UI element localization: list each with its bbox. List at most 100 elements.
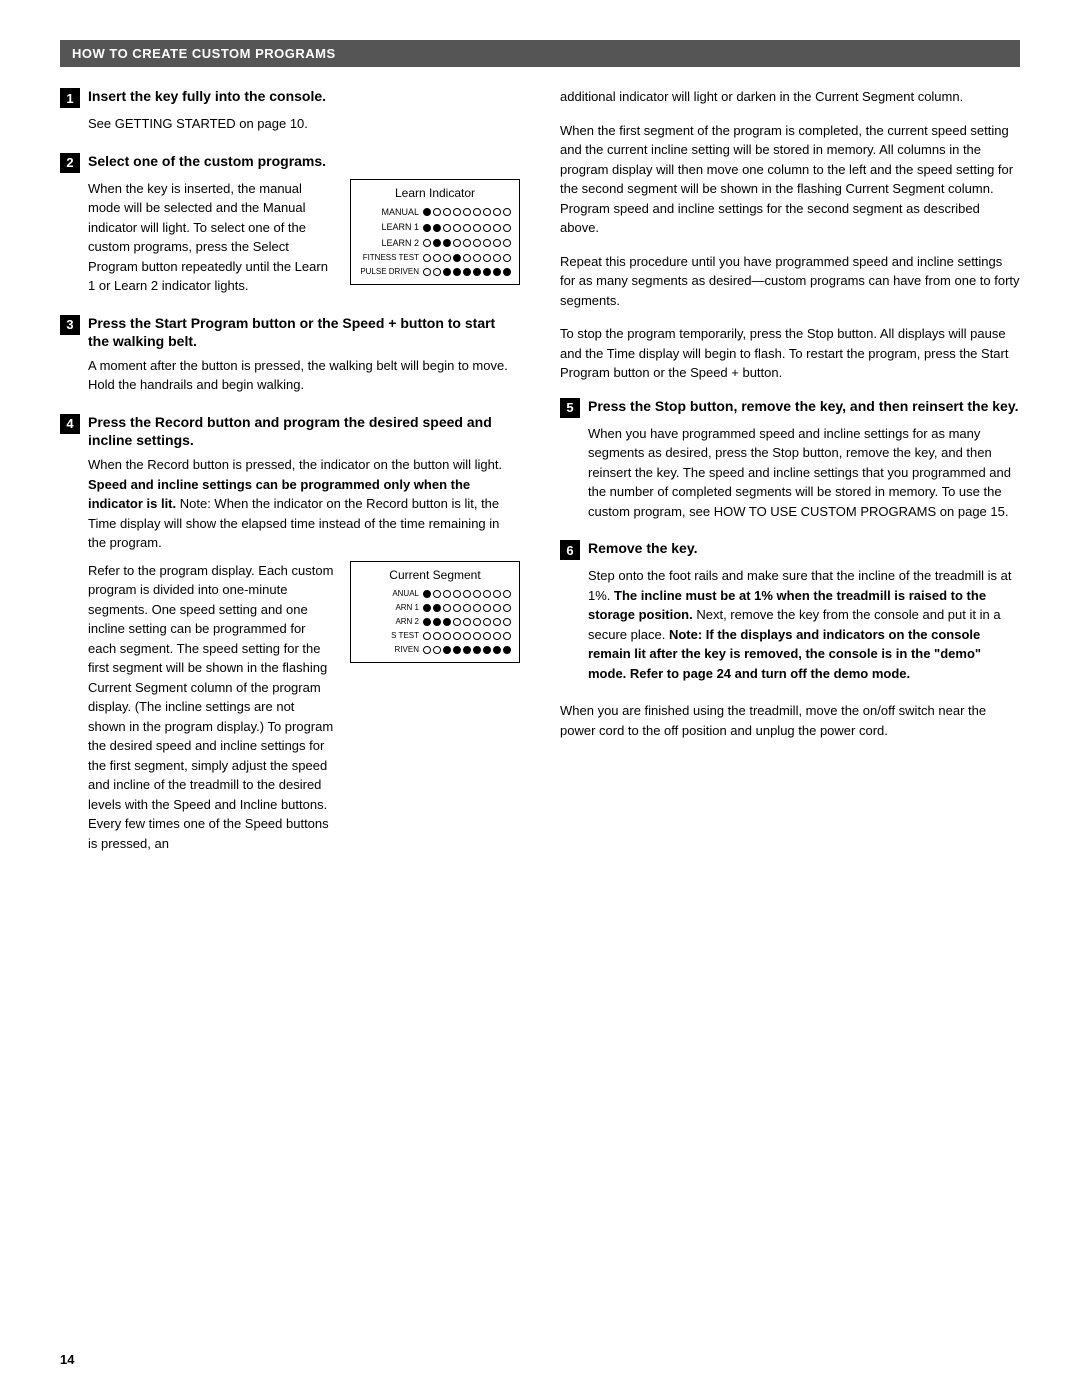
dot	[493, 208, 501, 216]
dot	[423, 604, 431, 612]
dot	[503, 239, 511, 247]
dot	[483, 590, 491, 598]
dot	[503, 646, 511, 654]
dot	[493, 618, 501, 626]
step-6: 6 Remove the key. Step onto the foot rai…	[560, 539, 1020, 683]
seg-row-3: ARN 2	[359, 616, 511, 628]
dot	[453, 618, 461, 626]
dot	[503, 632, 511, 640]
dot	[443, 618, 451, 626]
dot	[473, 604, 481, 612]
step-2-title: Select one of the custom programs.	[88, 152, 326, 170]
dot	[433, 239, 441, 247]
dot	[503, 604, 511, 612]
dot	[473, 268, 481, 276]
current-segment-box: Current Segment ANUAL	[350, 561, 520, 663]
dot	[483, 268, 491, 276]
step-1-header: 1 Insert the key fully into the console.	[60, 87, 520, 108]
dot	[463, 254, 471, 262]
row-label-pulse: PULSE DRIVEN	[359, 266, 419, 278]
indicator-row-learn2: LEARN 2	[359, 237, 511, 251]
seg-label-1: ANUAL	[359, 588, 419, 600]
indicator-row-pulse: PULSE DRIVEN	[359, 266, 511, 278]
step-6-header: 6 Remove the key.	[560, 539, 1020, 560]
dot	[503, 590, 511, 598]
dot	[433, 224, 441, 232]
dot	[463, 268, 471, 276]
dot	[463, 646, 471, 654]
dot	[423, 224, 431, 232]
page-number: 14	[60, 1352, 74, 1367]
dot	[493, 604, 501, 612]
right-para-3: Repeat this procedure until you have pro…	[560, 252, 1020, 311]
dot	[493, 254, 501, 262]
step-4: 4 Press the Record button and program th…	[60, 413, 520, 853]
step-2-number: 2	[60, 153, 80, 173]
step-3-body: A moment after the button is pressed, th…	[88, 356, 520, 395]
step-6-body: Step onto the foot rails and make sure t…	[588, 566, 1020, 683]
seg-label-3: ARN 2	[359, 616, 419, 628]
step-1-number: 1	[60, 88, 80, 108]
dot	[453, 208, 461, 216]
dot	[443, 632, 451, 640]
step-3: 3 Press the Start Program button or the …	[60, 314, 520, 395]
seg-row-4: S TEST	[359, 630, 511, 642]
dot	[493, 632, 501, 640]
dot	[483, 208, 491, 216]
dot	[443, 646, 451, 654]
learn-indicator-title: Learn Indicator	[359, 184, 511, 202]
step-4-inline-figure: Refer to the program display. Each custo…	[88, 561, 520, 854]
dot	[423, 618, 431, 626]
step-1: 1 Insert the key fully into the console.…	[60, 87, 520, 134]
row-label-manual: MANUAL	[359, 206, 419, 220]
seg-dots-4	[423, 632, 511, 640]
dot	[453, 239, 461, 247]
dot	[423, 208, 431, 216]
right-para-4: To stop the program temporarily, press t…	[560, 324, 1020, 383]
dot	[493, 268, 501, 276]
dot	[453, 632, 461, 640]
seg-row-5: RIVEN	[359, 644, 511, 656]
dot	[443, 239, 451, 247]
dot	[443, 254, 451, 262]
dot	[433, 618, 441, 626]
dot	[473, 254, 481, 262]
dot	[443, 604, 451, 612]
dot	[483, 618, 491, 626]
dot	[473, 632, 481, 640]
dot	[473, 618, 481, 626]
indicator-row-fitness: FITNESS TEST	[359, 252, 511, 264]
dot	[443, 268, 451, 276]
dot	[483, 224, 491, 232]
seg-label-5: RIVEN	[359, 644, 419, 656]
dot	[453, 646, 461, 654]
seg-label-2: ARN 1	[359, 602, 419, 614]
step-4-number: 4	[60, 414, 80, 434]
dot	[423, 632, 431, 640]
dot	[423, 646, 431, 654]
step-2-inline-text: When the key is inserted, the manual mod…	[88, 179, 334, 296]
dot	[433, 268, 441, 276]
step-6-title: Remove the key.	[588, 539, 697, 557]
seg-row-1: ANUAL	[359, 588, 511, 600]
row-label-learn1: LEARN 1	[359, 221, 419, 235]
dot	[473, 224, 481, 232]
step-5-line-1: When you have programmed speed and incli…	[588, 424, 1020, 522]
seg-dots-2	[423, 604, 511, 612]
row-label-fitness: FITNESS TEST	[359, 252, 419, 264]
dot	[503, 208, 511, 216]
segment-title: Current Segment	[359, 566, 511, 584]
step-2-header: 2 Select one of the custom programs.	[60, 152, 520, 173]
dot	[453, 254, 461, 262]
seg-dots-5	[423, 646, 511, 654]
row-dots-pulse	[423, 268, 511, 276]
right-para-2: When the first segment of the program is…	[560, 121, 1020, 238]
step-5-body: When you have programmed speed and incli…	[588, 424, 1020, 522]
dot	[443, 590, 451, 598]
dot	[483, 646, 491, 654]
dot	[503, 268, 511, 276]
step-4-header: 4 Press the Record button and program th…	[60, 413, 520, 449]
step-6-number: 6	[560, 540, 580, 560]
dot	[433, 604, 441, 612]
right-para-1: additional indicator will light or darke…	[560, 87, 1020, 107]
